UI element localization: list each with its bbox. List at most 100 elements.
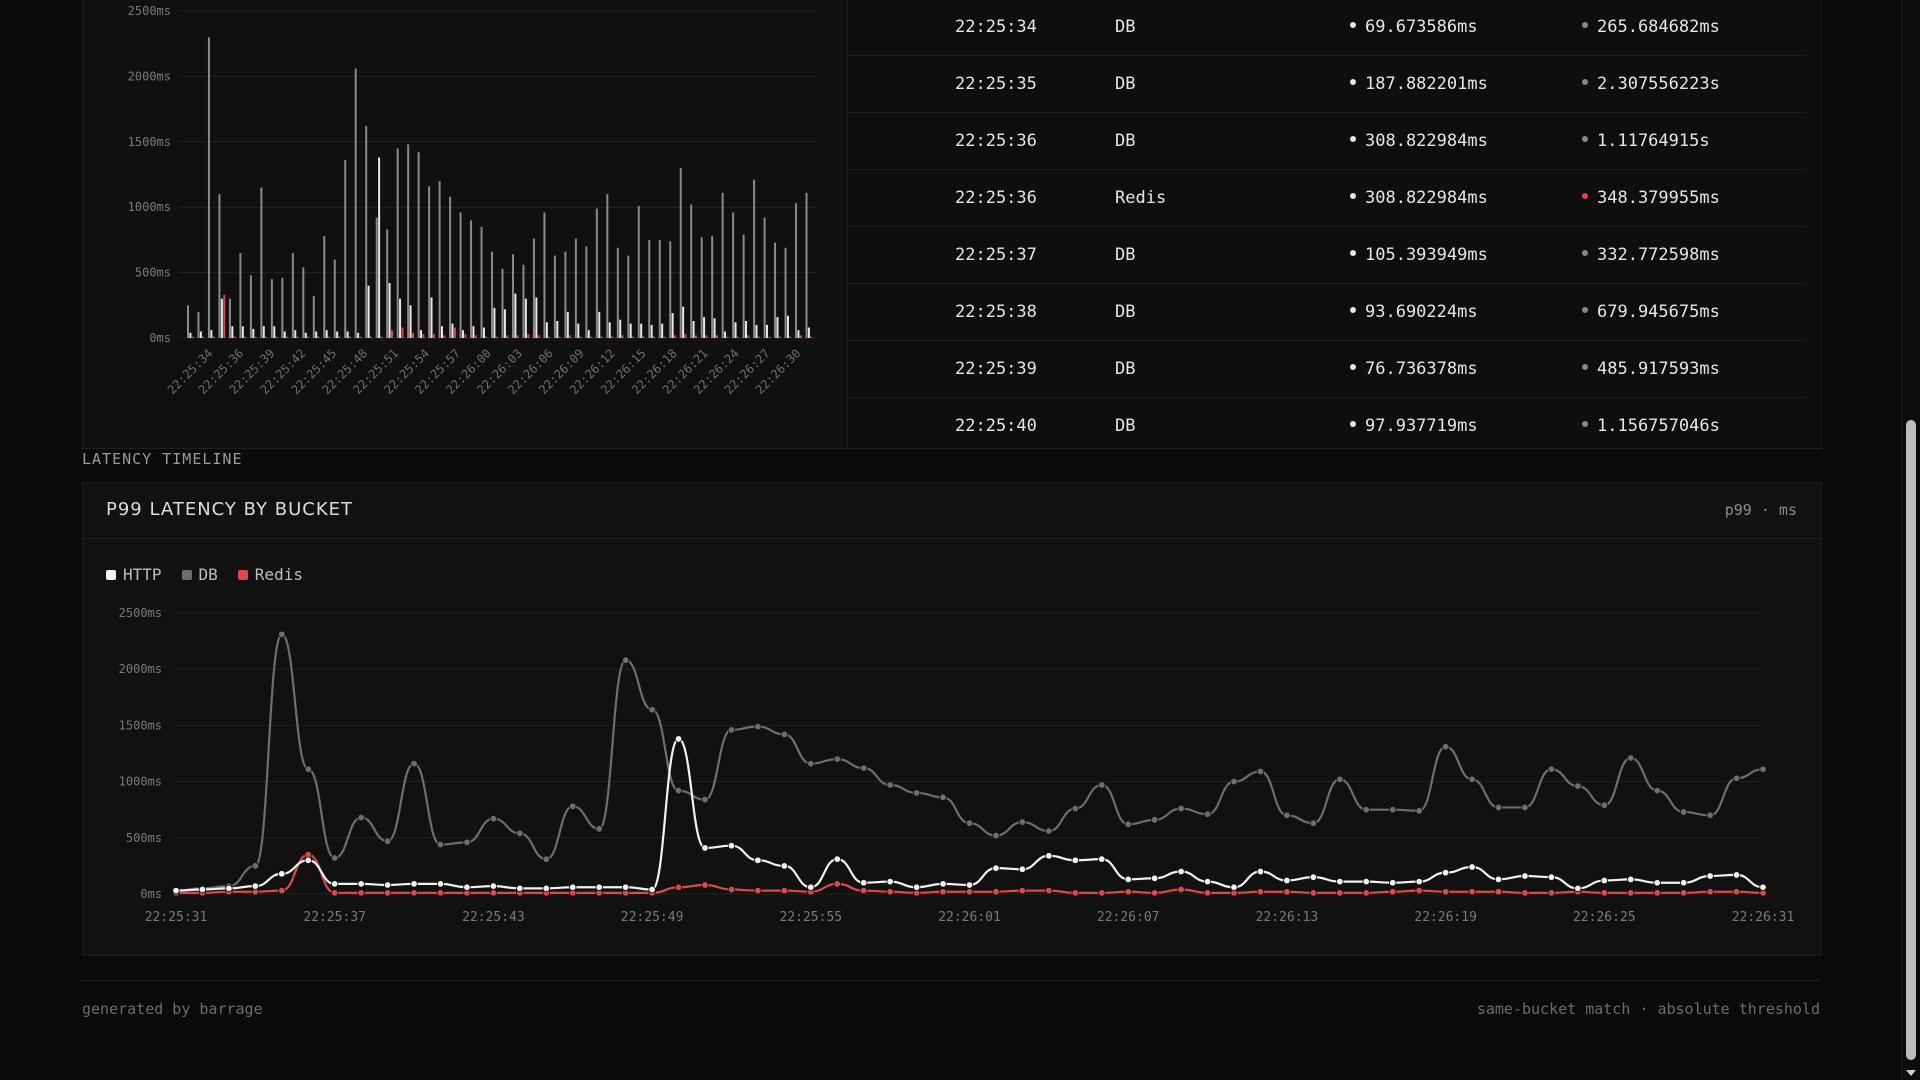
dot-icon — [1350, 363, 1356, 370]
legend-item[interactable]: DB — [181, 565, 218, 584]
bar — [807, 327, 810, 338]
data-point — [436, 880, 445, 888]
bar — [231, 326, 234, 338]
bar — [503, 309, 506, 338]
bar — [233, 336, 236, 338]
row-time: 22:25:40 — [955, 415, 1037, 436]
bar — [663, 336, 666, 338]
bar — [556, 320, 559, 338]
bar — [275, 336, 278, 338]
y-tick-label: 500ms — [126, 831, 162, 845]
data-point — [886, 877, 894, 886]
bar — [399, 298, 402, 338]
data-point — [833, 755, 841, 763]
data-point — [886, 888, 894, 896]
table-row[interactable]: 22:25:40DB97.937719ms1.156757046sDB (mas… — [848, 397, 1806, 446]
bar — [333, 259, 336, 338]
bar — [202, 336, 205, 338]
bar — [527, 334, 530, 338]
bar — [228, 298, 231, 338]
bar — [501, 268, 504, 338]
data-point — [516, 884, 524, 893]
data-point — [1309, 889, 1318, 897]
data-point — [1256, 767, 1265, 776]
bar — [566, 311, 569, 338]
row-service: DB — [1115, 415, 1136, 436]
table-row[interactable]: 22:25:38DB93.690224ms679.945675msDB (mas… — [848, 283, 1806, 341]
bar — [470, 220, 473, 338]
scroll-down-arrow-icon[interactable] — [1906, 1070, 1916, 1076]
bar — [671, 313, 674, 338]
row-service: DB — [1115, 130, 1136, 151]
bar — [438, 181, 441, 338]
bar — [810, 336, 813, 338]
data-point — [463, 838, 471, 846]
data-point — [860, 879, 868, 887]
data-point — [1494, 875, 1503, 884]
bar — [684, 334, 687, 338]
table-row[interactable]: 22:25:36DB308.822984ms1.11764915sDB — [848, 112, 1806, 170]
data-point — [1283, 876, 1291, 885]
bar — [700, 237, 703, 338]
data-point — [1706, 872, 1714, 880]
data-point — [304, 765, 312, 773]
events-table[interactable]: 22:25:34DB69.673586ms265.684682msDB (mas… — [848, 0, 1821, 446]
bar — [493, 307, 496, 338]
data-point — [1362, 805, 1370, 814]
y-tick-label: 500ms — [135, 266, 171, 280]
bar — [669, 241, 672, 338]
x-tick-label: 22:26:01 — [938, 910, 1001, 925]
table-row[interactable]: 22:25:39DB76.736378ms485.917593msDB (mas… — [848, 340, 1806, 398]
data-point — [410, 889, 418, 897]
x-tick-label: 22:26:31 — [1732, 910, 1795, 925]
dot-icon — [1350, 78, 1356, 85]
bar — [648, 239, 651, 338]
bar — [537, 335, 540, 338]
data-point — [1441, 743, 1450, 751]
data-point — [1203, 810, 1212, 818]
bar — [753, 179, 756, 338]
bar — [532, 238, 535, 338]
table-row[interactable]: 22:25:36Redis308.822984ms348.379955msRed… — [848, 169, 1806, 227]
x-tick-label: 22:25:37 — [303, 910, 366, 925]
row-value-a-text: 97.937719ms — [1365, 415, 1478, 436]
bar — [765, 324, 768, 338]
row-service: DB — [1115, 16, 1136, 37]
legend-label: HTTP — [123, 565, 162, 584]
y-tick-label: 1500ms — [119, 718, 162, 732]
legend-item[interactable]: Redis — [237, 565, 303, 584]
data-point — [754, 722, 762, 731]
row-service: DB — [1115, 244, 1136, 265]
row-value-b: 1.156757046s — [1582, 416, 1720, 436]
page-scrollbar[interactable] — [1901, 0, 1920, 1080]
row-value-a: 69.673586ms — [1350, 17, 1478, 37]
bar — [302, 267, 305, 338]
bar — [715, 335, 718, 338]
bar — [296, 336, 299, 338]
data-point — [1521, 889, 1529, 897]
data-point — [1336, 877, 1344, 886]
legend-item[interactable]: HTTP — [106, 565, 162, 584]
data-point — [1415, 886, 1423, 895]
bar — [786, 315, 789, 338]
data-point — [595, 825, 603, 833]
data-point — [621, 656, 630, 664]
data-point — [1230, 777, 1238, 786]
data-point — [886, 781, 894, 789]
table-row[interactable]: 22:25:35DB187.882201ms2.307556223sDB — [848, 55, 1806, 113]
bar — [606, 194, 609, 338]
table-row[interactable]: 22:25:37DB105.393949ms332.772598msDB — [848, 226, 1806, 284]
page-scrollbar-thumb[interactable] — [1906, 420, 1916, 1060]
table-row[interactable]: 22:25:34DB69.673586ms265.684682msDB (mas… — [848, 0, 1806, 56]
legend-label: Redis — [254, 565, 303, 584]
row-value-b-text: 679.945675ms — [1597, 301, 1720, 322]
x-tick-label: 22:26:19 — [1414, 910, 1477, 925]
data-point — [225, 884, 233, 893]
line-chart: 2500ms 2000ms 1500ms 1000ms 500ms 0ms 22:25:31… — [119, 606, 1795, 925]
data-point — [542, 884, 550, 893]
bar — [543, 212, 546, 338]
data-point — [1283, 811, 1291, 820]
bar — [650, 324, 653, 338]
data-point — [1653, 889, 1661, 897]
row-value-b-text: 265.684682ms — [1597, 16, 1720, 37]
